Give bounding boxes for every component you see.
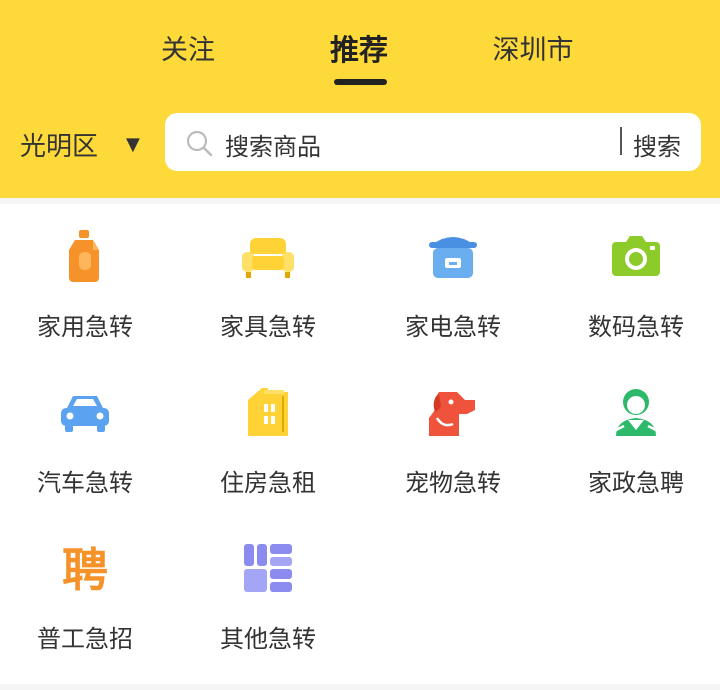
detergent-bottle-icon [69, 230, 99, 282]
grid-blocks-icon [244, 544, 292, 592]
building-icon [248, 388, 288, 436]
category-label: 家政急聘 [588, 469, 684, 497]
category-label: 宠物急转 [405, 469, 501, 497]
tab-follow[interactable]: 关注 [158, 28, 218, 67]
sofa-icon [242, 238, 294, 278]
search-button[interactable]: 搜索 [633, 127, 681, 162]
search-icon [186, 130, 213, 157]
category-label: 家电急转 [405, 313, 501, 341]
category-worker[interactable]: 聘 普工急招 [0, 516, 170, 656]
category-pet[interactable]: 宠物急转 [368, 360, 538, 500]
svg-text:聘: 聘 [62, 543, 108, 596]
rice-cooker-icon [429, 237, 477, 278]
category-household[interactable]: 家用急转 [0, 204, 170, 344]
tab-city[interactable]: 深圳市 [488, 28, 578, 67]
category-label: 家具急转 [220, 313, 316, 341]
category-housekeeping[interactable]: 家政急聘 [551, 360, 720, 500]
category-housing[interactable]: 住房急租 [183, 360, 353, 500]
top-tabs: 关注 推荐 深圳市 [0, 0, 720, 96]
category-other[interactable]: 其他急转 [183, 516, 353, 656]
search-divider [620, 127, 622, 155]
district-selector[interactable]: 光明区 ▼ [20, 124, 140, 164]
car-icon [61, 396, 109, 432]
category-label: 普工急招 [37, 625, 133, 653]
category-label: 住房急租 [220, 469, 316, 497]
category-car[interactable]: 汽车急转 [0, 360, 170, 500]
category-digital[interactable]: 数码急转 [551, 204, 720, 344]
category-appliance[interactable]: 家电急转 [368, 204, 538, 344]
category-label: 数码急转 [588, 313, 684, 341]
dog-icon [429, 392, 475, 436]
category-grid: 家用急转 家具急转 家电急转 数码急转 汽车急转 住房急租 宠物急转 家政急聘 … [0, 198, 720, 684]
header: 关注 推荐 深圳市 光明区 ▼ 搜索商品 搜索 [0, 0, 720, 198]
active-tab-indicator [334, 79, 387, 85]
dropdown-arrow-icon: ▼ [126, 133, 140, 155]
tab-recommend[interactable]: 推荐 [326, 27, 392, 69]
housekeeper-icon [615, 389, 657, 436]
category-label: 家用急转 [37, 313, 133, 341]
search-bar[interactable]: 搜索商品 搜索 [165, 113, 701, 171]
camera-icon [612, 236, 660, 276]
hire-char-icon: 聘 [62, 543, 108, 596]
category-furniture[interactable]: 家具急转 [183, 204, 353, 344]
district-label: 光明区 [20, 131, 99, 162]
bottom-divider [0, 684, 720, 690]
category-label: 其他急转 [220, 625, 316, 653]
category-label: 汽车急转 [37, 469, 133, 497]
search-input[interactable]: 搜索商品 [225, 127, 321, 162]
